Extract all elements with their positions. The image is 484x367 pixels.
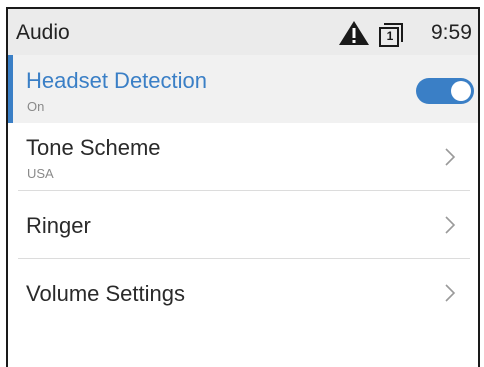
item-value: USA	[27, 166, 54, 181]
list-item-tone-scheme[interactable]: Tone Scheme USA	[8, 123, 478, 191]
list-item-headset-detection[interactable]: Headset Detection On	[8, 55, 478, 123]
list-item-volume-settings[interactable]: Volume Settings	[8, 259, 478, 327]
headset-detection-toggle[interactable]	[416, 78, 474, 104]
item-value: On	[27, 99, 45, 114]
item-label: Ringer	[26, 213, 91, 238]
list-item-ringer[interactable]: Ringer	[8, 191, 478, 259]
item-label: Headset Detection	[26, 68, 207, 93]
chevron-right-icon	[445, 148, 456, 166]
page-title: Audio	[16, 21, 70, 44]
chevron-right-icon	[445, 284, 456, 302]
toggle-knob	[451, 81, 471, 101]
phone-screen: Audio 1 9:59 Headset Detection On Tone S…	[6, 7, 480, 367]
status-bar: Audio 1 9:59	[8, 9, 478, 55]
item-label: Volume Settings	[26, 281, 185, 306]
status-time: 9:59	[431, 21, 472, 44]
chevron-right-icon	[445, 216, 456, 234]
selection-indicator	[8, 55, 13, 123]
item-label: Tone Scheme	[26, 135, 161, 160]
warning-icon[interactable]	[338, 20, 370, 46]
line-number: 1	[386, 29, 394, 43]
